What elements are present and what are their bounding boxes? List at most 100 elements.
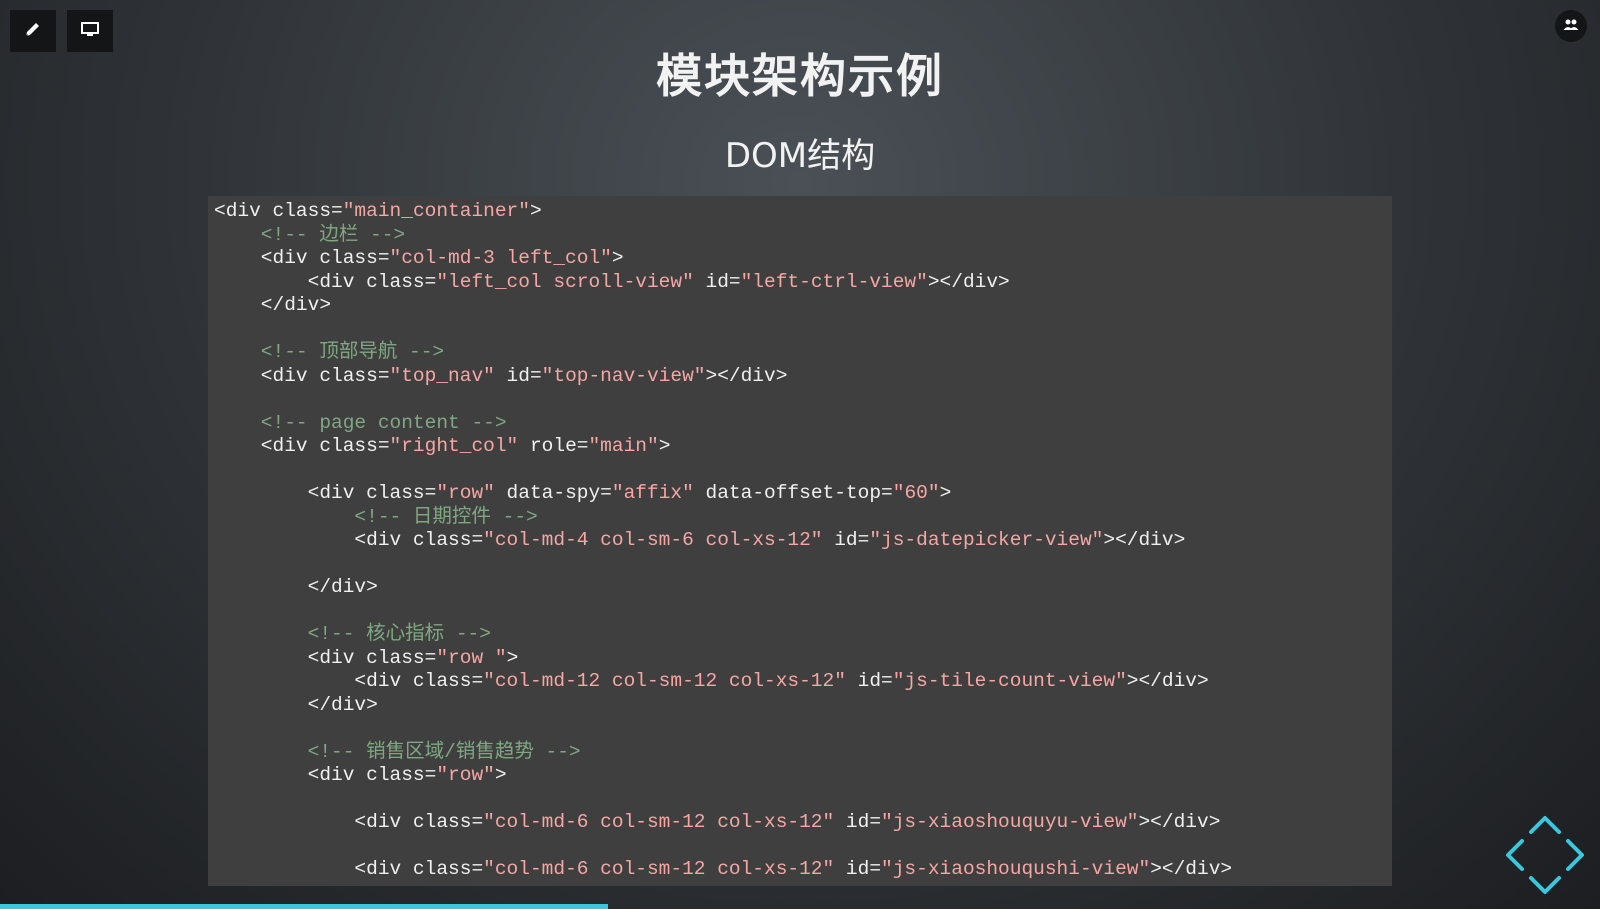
code-line: <div class="col-md-3 left_col"> <box>214 247 1392 271</box>
code-line: <!-- page content --> <box>214 412 1392 436</box>
code-string: "row" <box>436 764 495 786</box>
code-line: <!-- 边栏 --> <box>214 224 1392 248</box>
code-tag: id= <box>834 858 882 880</box>
code-line: <div class="right_col" role="main"> <box>214 435 1392 459</box>
code-string: "left_col scroll-view" <box>436 270 694 293</box>
code-line: <div class="col-md-6 col-sm-12 col-xs-12… <box>214 858 1392 882</box>
code-lines: <div class="main_container"> <!-- 边栏 -->… <box>208 196 1392 882</box>
code-tag: <div class= <box>214 200 343 222</box>
code-tag: > <box>611 247 624 269</box>
code-string: "row " <box>436 646 507 669</box>
code-line: <!-- 销售区域/销售趋势 --> <box>214 741 1392 765</box>
code-string: "affix" <box>611 482 694 504</box>
code-tag: id= <box>834 811 882 833</box>
people-button[interactable] <box>1555 10 1587 42</box>
code-tag: ></div> <box>1150 858 1233 880</box>
nav-up-arrow[interactable] <box>1529 816 1561 834</box>
code-tag: id= <box>693 270 741 293</box>
code-tag: ></div> <box>705 364 788 387</box>
code-string: "js-tile-count-view" <box>892 670 1127 692</box>
code-string: "right_col" <box>389 435 519 457</box>
code-string: "col-md-6 col-sm-12 col-xs-12" <box>483 858 835 880</box>
code-line: <!-- 日期控件 --> <box>214 506 1392 530</box>
code-string: "row" <box>436 482 495 504</box>
code-comment: <!-- 边栏 --> <box>214 223 406 246</box>
nav-left-arrow[interactable] <box>1506 839 1524 871</box>
code-tag: <div class= <box>214 811 484 833</box>
code-tag: > <box>529 200 542 222</box>
code-comment: <!-- page content --> <box>214 411 507 434</box>
code-string: "col-md-3 left_col" <box>389 247 612 269</box>
code-tag: id= <box>845 670 893 692</box>
code-tag: id= <box>494 364 542 387</box>
code-tag: > <box>494 764 507 786</box>
code-tag: > <box>506 646 519 669</box>
code-comment: <!-- 日期控件 --> <box>214 505 538 528</box>
code-string: "top_nav" <box>389 364 495 387</box>
slide-title: 模块架构示例 <box>656 49 944 103</box>
code-string: "main_container" <box>342 200 530 222</box>
code-line: </div> <box>214 694 1392 718</box>
code-tag: <div class= <box>214 435 390 457</box>
code-tag: <div class= <box>214 247 390 269</box>
code-tag: </div> <box>214 693 378 716</box>
code-string: "js-xiaoshouqushi-view" <box>881 858 1151 880</box>
code-tag: <div class= <box>214 764 437 786</box>
code-string: "left-ctrl-view" <box>740 270 928 293</box>
code-line: <div class="col-md-6 col-sm-12 col-xs-12… <box>214 811 1392 835</box>
code-string: "col-md-4 col-sm-6 col-xs-12" <box>483 529 823 551</box>
code-line: <div class="col-md-4 col-sm-6 col-xs-12"… <box>214 529 1392 553</box>
code-line: </div> <box>214 294 1392 318</box>
code-line: </div> <box>214 576 1392 600</box>
code-line: <div class="left_col scroll-view" id="le… <box>214 271 1392 295</box>
code-tag: <div class= <box>214 482 437 504</box>
code-tag: <div class= <box>214 270 437 293</box>
code-line: <div class="top_nav" id="top-nav-view"><… <box>214 365 1392 389</box>
code-tag: role= <box>518 435 589 457</box>
code-tag: ></div> <box>927 270 1010 293</box>
code-comment: <!-- 核心指标 --> <box>214 623 491 645</box>
people-icon <box>1563 17 1579 36</box>
code-line: <!-- 顶部导航 --> <box>214 341 1392 365</box>
code-line: <div class="col-md-12 col-sm-12 col-xs-1… <box>214 670 1392 694</box>
code-string: "60" <box>892 482 940 504</box>
code-comment: <!-- 销售区域/销售趋势 --> <box>214 740 581 763</box>
code-tag: ></div> <box>1138 811 1221 833</box>
nav-right-arrow[interactable] <box>1566 839 1584 871</box>
code-line: <!-- 核心指标 --> <box>214 623 1392 647</box>
code-string: "js-datepicker-view" <box>869 529 1104 551</box>
slide-navigation-control[interactable] <box>1500 810 1590 900</box>
navigate-arrows-icon <box>1506 816 1584 894</box>
code-string: "col-md-12 col-sm-12 col-xs-12" <box>483 670 846 692</box>
code-tag: > <box>658 435 671 457</box>
code-tag: <div class= <box>214 529 484 551</box>
code-tag: id= <box>822 529 870 551</box>
monitor-icon <box>80 20 100 42</box>
nav-down-arrow[interactable] <box>1529 876 1561 894</box>
code-tag: </div> <box>214 576 378 598</box>
code-string: "col-md-6 col-sm-12 col-xs-12" <box>483 811 835 833</box>
slide-subtitle: DOM结构 <box>724 136 876 176</box>
code-tag: <div class= <box>214 670 484 692</box>
code-comment: <!-- 顶部导航 --> <box>214 341 445 363</box>
code-line: <div class="row" data-spy="affix" data-o… <box>214 482 1392 506</box>
code-tag: > <box>939 482 952 504</box>
code-tag: <div class= <box>214 646 437 669</box>
code-tag: </div> <box>214 294 332 316</box>
code-tag: <div class= <box>214 364 390 387</box>
code-tag: data-offset-top= <box>693 482 893 504</box>
code-string: "js-xiaoshouquyu-view" <box>881 811 1139 833</box>
code-line: <div class="row"> <box>214 764 1392 788</box>
code-string: "main" <box>588 435 659 457</box>
code-block: <div class="main_container"> <!-- 边栏 -->… <box>208 196 1392 886</box>
code-line: <div class="main_container"> <box>214 200 1392 224</box>
code-string: "top-nav-view" <box>541 364 706 387</box>
